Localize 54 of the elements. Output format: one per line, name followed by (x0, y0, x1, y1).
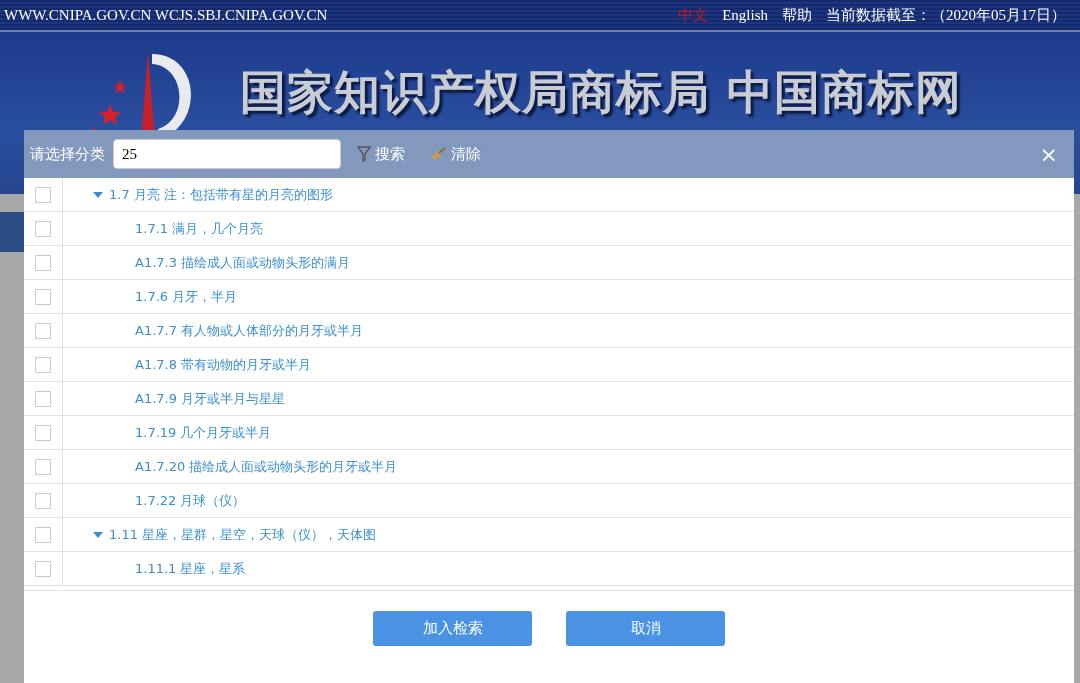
checkbox[interactable] (35, 458, 51, 475)
checkbox[interactable] (35, 322, 51, 339)
category-label[interactable]: 1.7.6 月牙，半月 (135, 287, 238, 306)
category-label[interactable]: A1.7.3 描绘成人面或动物头形的满月 (135, 253, 351, 272)
tree-row[interactable]: 1.11.1 星座，星系 (24, 552, 1074, 586)
caret-down-icon[interactable] (93, 530, 103, 539)
add-to-search-button[interactable]: 加入检索 (373, 611, 532, 646)
category-label[interactable]: A1.7.20 描绘成人面或动物头形的月牙或半月 (135, 457, 398, 476)
search-button[interactable]: 搜索 (349, 144, 413, 164)
category-label[interactable]: A1.7.8 带有动物的月牙或半月 (135, 355, 312, 374)
tree-row[interactable]: 1.7.6 月牙，半月 (24, 280, 1074, 314)
category-label[interactable]: 1.7 月亮 注：包括带有星的月亮的图形 (109, 185, 333, 204)
tree-row[interactable]: 1.11 星座，星群，星空，天球（仪），天体图 (24, 518, 1074, 552)
category-label[interactable]: 1.7.19 几个月牙或半月 (135, 423, 272, 442)
tree-row[interactable]: A1.7.3 描绘成人面或动物头形的满月 (24, 246, 1074, 280)
category-label[interactable]: A1.7.7 有人物或人体部分的月牙或半月 (135, 321, 364, 340)
checkbox[interactable] (35, 356, 51, 373)
side-panel-edge (0, 212, 24, 252)
checkbox[interactable] (35, 390, 51, 407)
checkbox[interactable] (35, 560, 51, 577)
tree-row[interactable]: A1.7.7 有人物或人体部分的月牙或半月 (24, 314, 1074, 348)
checkbox[interactable] (35, 254, 51, 271)
category-label[interactable]: 1.7.1 满月，几个月亮 (135, 219, 264, 238)
data-date: 当前数据截至：（2020年05月17日） (826, 5, 1066, 25)
close-button[interactable]: × (1033, 140, 1064, 168)
tree-row[interactable]: 1.7.19 几个月牙或半月 (24, 416, 1074, 450)
brush-icon (429, 147, 447, 161)
filter-label: 请选择分类 (30, 144, 105, 164)
site-title: 国家知识产权局商标局 中国商标网 (240, 64, 962, 121)
tree-row[interactable]: 1.7 月亮 注：包括带有星的月亮的图形 (24, 178, 1074, 212)
category-label[interactable]: 1.11.1 星座，星系 (135, 559, 246, 578)
tree-row[interactable]: 1.7.1 满月，几个月亮 (24, 212, 1074, 246)
tree-row[interactable]: A1.7.9 月牙或半月与星星 (24, 382, 1074, 416)
category-label[interactable]: 1.11 星座，星群，星空，天球（仪），天体图 (109, 525, 377, 544)
language-link[interactable]: 中文 (678, 5, 709, 25)
checkbox[interactable] (35, 288, 51, 305)
filter-icon (357, 146, 371, 162)
checkbox[interactable] (35, 526, 51, 543)
checkbox[interactable] (35, 492, 51, 509)
tree-row[interactable]: 1.7.22 月球（仪） (24, 484, 1074, 518)
checkbox[interactable] (35, 220, 51, 237)
site-addresses: WWW.CNIPA.GOV.CN WCJS.SBJ.CNIPA.GOV.CN (4, 6, 328, 24)
caret-down-icon[interactable] (93, 190, 103, 199)
clear-button[interactable]: 清除 (421, 144, 489, 164)
checkbox[interactable] (35, 424, 51, 441)
category-label[interactable]: A1.7.9 月牙或半月与星星 (135, 389, 286, 408)
language-link[interactable]: English (722, 6, 768, 24)
category-label[interactable]: 1.7.22 月球（仪） (135, 491, 246, 510)
cancel-button[interactable]: 取消 (566, 611, 725, 646)
category-input[interactable]: 25 (113, 139, 341, 169)
tree-row[interactable]: A1.7.20 描绘成人面或动物头形的月牙或半月 (24, 450, 1074, 484)
tree-row[interactable]: A1.7.8 带有动物的月牙或半月 (24, 348, 1074, 382)
language-link[interactable]: 帮助 (782, 5, 812, 25)
checkbox[interactable] (35, 186, 51, 203)
